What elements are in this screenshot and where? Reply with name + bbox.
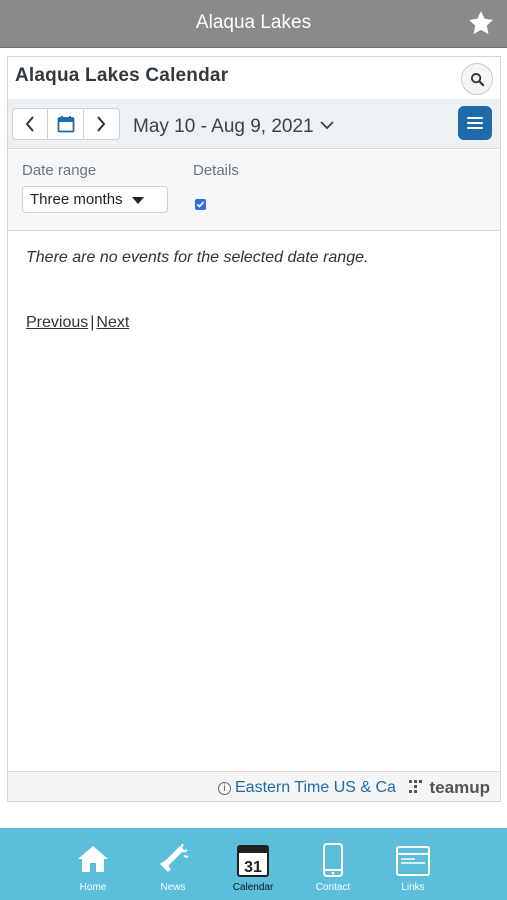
megaphone-icon bbox=[160, 843, 189, 872]
caret-down-icon bbox=[132, 197, 144, 204]
tab-label: Contact bbox=[315, 882, 351, 893]
info-icon: i bbox=[218, 782, 231, 795]
app-title: Alaqua Lakes bbox=[195, 12, 312, 33]
home-icon bbox=[78, 846, 108, 872]
tab-home[interactable]: Home bbox=[53, 828, 133, 900]
date-range-picker[interactable]: May 10 - Aug 9, 2021 bbox=[133, 114, 334, 138]
chevron-down-icon bbox=[319, 114, 334, 136]
checkmark-icon bbox=[196, 201, 205, 208]
tab-calendar[interactable]: 31 Calendar bbox=[213, 828, 293, 900]
tab-label: Links bbox=[401, 882, 425, 893]
teamup-brand: teamup bbox=[429, 778, 490, 797]
next-period-button[interactable] bbox=[84, 109, 119, 139]
calendar-31-icon: 31 bbox=[237, 845, 269, 877]
details-label: Details bbox=[193, 162, 239, 179]
tab-contact[interactable]: Contact bbox=[293, 828, 373, 900]
phone-icon bbox=[323, 843, 343, 877]
timezone-link[interactable]: i Eastern Time US & Ca bbox=[218, 779, 396, 797]
tab-label: News bbox=[160, 882, 186, 893]
bottom-tab-bar: Home News 31 Calendar Contact Links bbox=[0, 828, 507, 900]
chevron-right-icon bbox=[97, 116, 106, 132]
menu-button[interactable] bbox=[458, 106, 492, 140]
search-button[interactable] bbox=[461, 63, 493, 95]
search-icon bbox=[470, 72, 485, 87]
chevron-left-icon bbox=[25, 116, 34, 132]
teamup-grid-icon bbox=[408, 780, 425, 794]
app-header: Alaqua Lakes bbox=[0, 0, 507, 48]
date-range-select[interactable]: Three months bbox=[22, 186, 168, 213]
previous-link[interactable]: Previous bbox=[26, 314, 88, 331]
empty-state-message: There are no events for the selected dat… bbox=[26, 249, 369, 266]
tab-label: Home bbox=[79, 882, 107, 893]
tab-news[interactable]: News bbox=[133, 828, 213, 900]
calendar-icon bbox=[57, 116, 74, 133]
hamburger-icon bbox=[467, 117, 483, 119]
teamup-logo[interactable]: teamup bbox=[408, 778, 490, 798]
today-button[interactable] bbox=[48, 109, 84, 139]
calendar-title: Alaqua Lakes Calendar bbox=[15, 65, 229, 86]
date-nav-group bbox=[12, 108, 120, 140]
browser-window-icon bbox=[396, 846, 430, 876]
pager-separator: | bbox=[90, 314, 95, 331]
timezone-label: Eastern Time US & Ca bbox=[235, 779, 396, 796]
date-range-filter-label: Date range bbox=[22, 162, 97, 179]
calendar-widget: Alaqua Lakes Calendar May 10 - Aug 9, 20… bbox=[7, 56, 501, 802]
next-link[interactable]: Next bbox=[96, 314, 129, 331]
date-range-label: May 10 - Aug 9, 2021 bbox=[133, 116, 314, 137]
filter-panel: Date range Details Three months bbox=[8, 150, 500, 231]
calendar-footer: i Eastern Time US & Ca teamup bbox=[8, 771, 500, 801]
details-checkbox[interactable] bbox=[195, 199, 206, 210]
calendar-toolbar: May 10 - Aug 9, 2021 bbox=[8, 99, 500, 149]
tab-label: Calendar bbox=[232, 882, 274, 893]
calendar-day: 31 bbox=[244, 859, 262, 876]
star-icon[interactable] bbox=[467, 9, 495, 37]
date-range-select-value: Three months bbox=[30, 191, 123, 208]
tab-links[interactable]: Links bbox=[373, 828, 453, 900]
pager: Previous | Next bbox=[26, 314, 129, 332]
previous-period-button[interactable] bbox=[13, 109, 49, 139]
